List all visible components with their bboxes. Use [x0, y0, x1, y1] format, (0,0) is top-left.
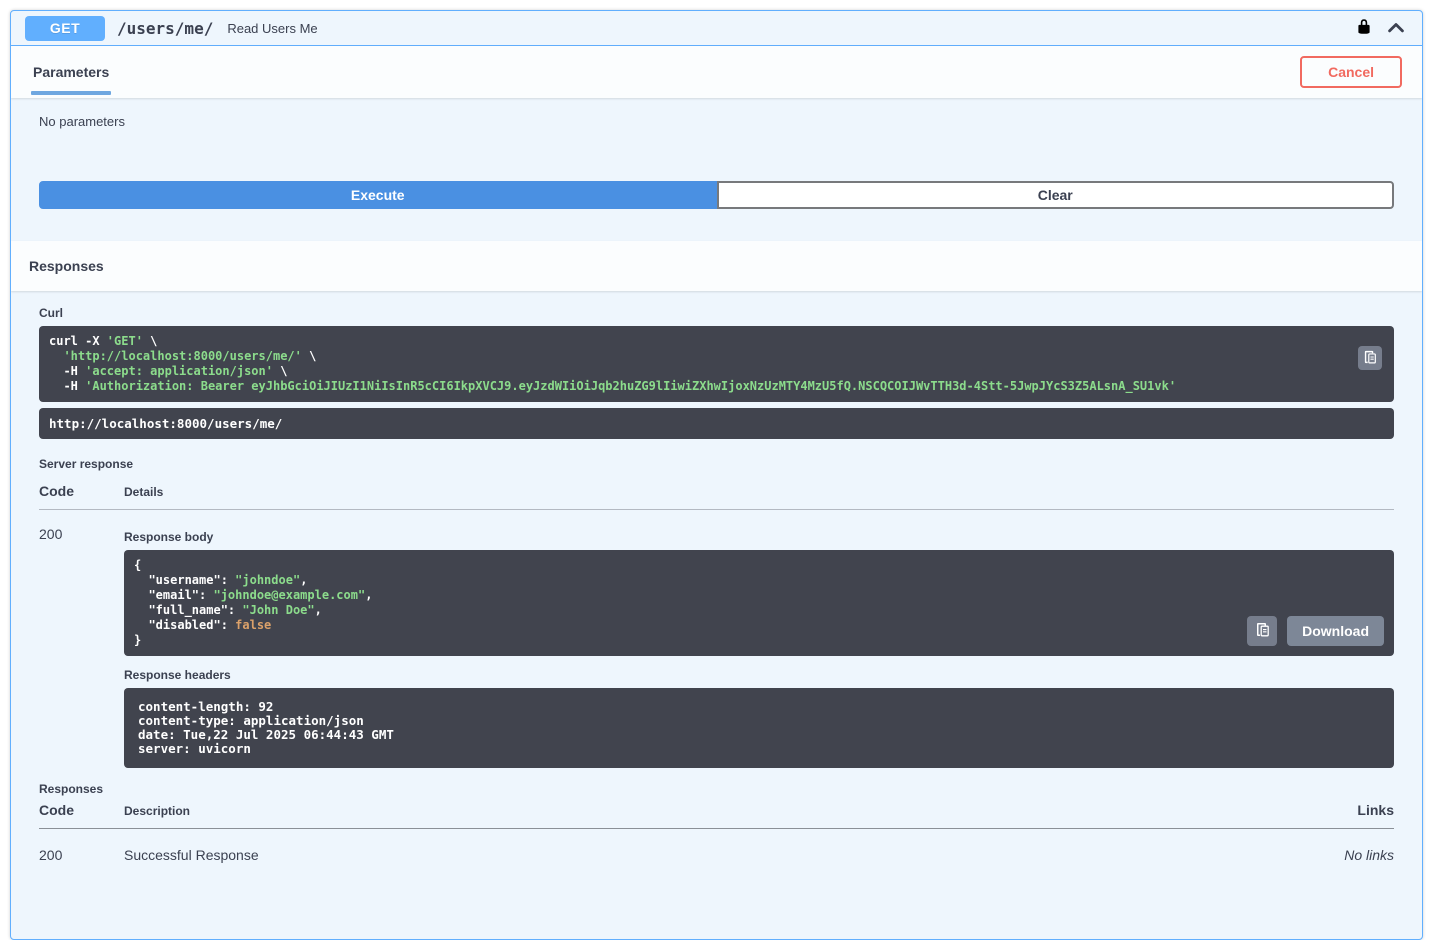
curl-label: Curl — [39, 306, 63, 320]
links-column-header: Links — [1357, 802, 1394, 818]
parameters-section-header: Parameters Cancel — [11, 46, 1422, 98]
response-details-cell: Response body { "username": "johndoe", "… — [124, 524, 1394, 768]
documented-links: No links — [1344, 847, 1394, 863]
no-parameters-text: No parameters — [39, 114, 125, 129]
chevron-up-icon — [1386, 17, 1406, 40]
parameters-content: No parameters Execute Clear — [11, 98, 1422, 241]
operation-summary[interactable]: GET /users/me/ Read Users Me — [11, 11, 1422, 46]
documented-status-code: 200 — [39, 847, 63, 863]
responses-table-head: Code Description Links — [39, 802, 1394, 829]
execute-button[interactable]: Execute — [39, 181, 717, 209]
details-column-header: Details — [124, 485, 164, 499]
responses-table-row: 200 Successful Response No links — [39, 847, 1394, 863]
responses-section-title: Responses — [29, 258, 104, 274]
code-column-header: Code — [39, 802, 74, 818]
request-url-block: http://localhost:8000/users/me/ — [39, 408, 1394, 439]
response-body-label: Response body — [124, 530, 214, 544]
clear-button[interactable]: Clear — [716, 181, 1394, 209]
collapse-operation-button[interactable] — [1384, 15, 1408, 42]
endpoint-summary: Read Users Me — [227, 20, 318, 36]
clipboard-copy-icon — [1255, 622, 1270, 640]
authorization-lock-button[interactable] — [1354, 15, 1374, 41]
description-column-header: Description — [124, 804, 191, 818]
cancel-button[interactable]: Cancel — [1300, 56, 1402, 88]
server-response-table-head: Code Details — [39, 483, 1394, 510]
response-status-code: 200 — [39, 526, 63, 542]
endpoint-path: /users/me/ — [117, 18, 214, 38]
clipboard-copy-icon — [1363, 350, 1377, 367]
download-button[interactable]: Download — [1287, 616, 1384, 646]
documented-description: Successful Response — [124, 847, 259, 863]
parameters-tab-label: Parameters — [33, 64, 110, 80]
request-url-value: http://localhost:8000/users/me/ — [49, 416, 283, 431]
documented-responses-label: Responses — [39, 782, 104, 796]
lock-icon — [1356, 17, 1372, 39]
copy-response-button[interactable] — [1247, 616, 1278, 646]
responses-section-header: Responses — [11, 241, 1422, 291]
response-body-actions: Download — [1247, 616, 1384, 646]
server-response-row: 200 Response body { "username": "johndoe… — [39, 524, 1394, 768]
http-method-badge: GET — [25, 15, 105, 41]
active-tab-underline — [31, 91, 112, 95]
execute-button-group: Execute Clear — [39, 181, 1394, 209]
response-body-json: { "username": "johndoe", "email": "johnd… — [134, 558, 373, 647]
tab-parameters[interactable]: Parameters — [31, 46, 112, 98]
server-response-label: Server response — [39, 457, 134, 471]
responses-content: Curl curl -X 'GET' \ 'http://localhost:8… — [11, 291, 1422, 863]
response-body-block: { "username": "johndoe", "email": "johnd… — [124, 550, 1394, 656]
copy-curl-button[interactable] — [1358, 346, 1382, 370]
code-column-header: Code — [39, 483, 74, 499]
operation-block-get-users-me: GET /users/me/ Read Users Me Parameters … — [10, 10, 1423, 940]
curl-command-block: curl -X 'GET' \ 'http://localhost:8000/u… — [39, 326, 1394, 402]
response-headers-block: content-length: 92 content-type: applicat… — [124, 688, 1394, 768]
response-headers-label: Response headers — [124, 668, 231, 682]
